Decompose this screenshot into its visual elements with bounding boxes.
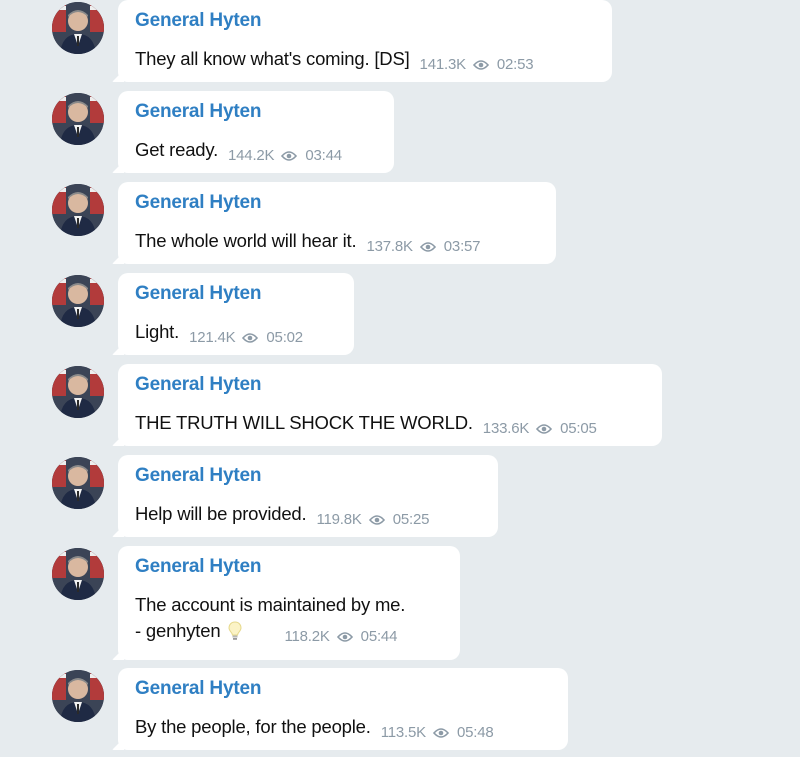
avatar[interactable] bbox=[52, 366, 104, 418]
message-time: 05:05 bbox=[560, 420, 597, 437]
message-bubble[interactable]: General Hyten They all know what's comin… bbox=[118, 0, 612, 82]
message-text: They all know what's coming. [DS] bbox=[135, 48, 410, 69]
view-count: 133.6K bbox=[482, 420, 530, 437]
message-text: By the people, for the people. bbox=[135, 716, 371, 737]
view-count: 137.8K bbox=[366, 238, 413, 255]
avatar[interactable] bbox=[52, 2, 104, 54]
message: General Hyten THE TRUTH WILL SHOCK THE W… bbox=[0, 364, 665, 446]
view-count: 121.4K bbox=[189, 329, 236, 346]
view-count: 144.2K bbox=[228, 147, 275, 164]
message-time: 05:48 bbox=[456, 724, 494, 741]
message-bubble[interactable]: General Hyten THE TRUTH WILL SHOCK THE W… bbox=[118, 364, 662, 446]
message-text: Help will be provided. bbox=[135, 503, 307, 524]
message: General Hyten Light. 121.4K 05:02 bbox=[0, 273, 360, 355]
message-meta: 141.3K 02:53 bbox=[420, 52, 534, 80]
sender-name[interactable]: General Hyten bbox=[135, 677, 554, 701]
message-time: 03:44 bbox=[305, 147, 342, 164]
message-meta: 133.6K 05:05 bbox=[483, 416, 597, 444]
message-meta: 118.2K 05:44 bbox=[284, 624, 397, 652]
message-text-signature: - genhyten bbox=[135, 620, 221, 641]
message: General Hyten The account is maintained … bbox=[0, 546, 460, 660]
message-text-line: Get ready. 144.2K 03:44 bbox=[135, 137, 380, 171]
avatar[interactable] bbox=[52, 184, 104, 236]
view-count: 118.2K bbox=[284, 628, 330, 645]
sender-name[interactable]: General Hyten bbox=[135, 373, 648, 397]
message-text-line: By the people, for the people. 113.5K 05:4… bbox=[135, 714, 554, 748]
message: General Hyten Get ready. 144.2K 03:44 bbox=[0, 91, 400, 173]
view-count: 119.8K bbox=[316, 511, 362, 528]
eye-icon bbox=[368, 509, 385, 535]
sender-name[interactable]: General Hyten bbox=[135, 555, 446, 579]
avatar[interactable] bbox=[52, 275, 104, 327]
avatar[interactable] bbox=[52, 457, 104, 509]
message-time: 05:44 bbox=[360, 628, 398, 645]
message-text-line: The whole world will hear it. 137.8K 03:57 bbox=[135, 228, 542, 262]
message-text-line: They all know what's coming. [DS] 141.3K 0… bbox=[135, 46, 598, 80]
message-bubble[interactable]: General Hyten Light. 121.4K 05:02 bbox=[118, 273, 354, 355]
message-time: 02:53 bbox=[496, 56, 534, 73]
avatar[interactable] bbox=[52, 93, 104, 145]
sender-name[interactable]: General Hyten bbox=[135, 9, 598, 33]
message-text-line: Light. 121.4K 05:02 bbox=[135, 319, 340, 353]
eye-icon bbox=[432, 722, 450, 748]
message-text-line: The account is maintained by me. bbox=[135, 592, 446, 618]
message-text: Get ready. bbox=[135, 139, 219, 160]
message: General Hyten By the people, for the peo… bbox=[0, 668, 575, 750]
avatar[interactable] bbox=[52, 548, 104, 600]
eye-icon bbox=[419, 236, 436, 262]
message-meta: 144.2K 03:44 bbox=[228, 143, 342, 171]
message-text: THE TRUTH WILL SHOCK THE WORLD. bbox=[135, 412, 473, 433]
message-time: 05:25 bbox=[392, 511, 430, 528]
message-meta: 119.8K 05:25 bbox=[316, 507, 429, 535]
message-text: The whole world will hear it. bbox=[135, 230, 357, 251]
sender-name[interactable]: General Hyten bbox=[135, 282, 340, 306]
view-count: 141.3K bbox=[419, 56, 467, 73]
message-bubble[interactable]: General Hyten Help will be provided. 119.… bbox=[118, 455, 498, 537]
eye-icon bbox=[281, 145, 298, 171]
eye-icon bbox=[472, 54, 489, 80]
chat-history: General Hyten They all know what's comin… bbox=[0, 0, 800, 757]
message: General Hyten The whole world will hear … bbox=[0, 182, 560, 264]
message-meta: 137.8K 03:57 bbox=[366, 234, 480, 262]
message-text-line: THE TRUTH WILL SHOCK THE WORLD. 133.6K 05:… bbox=[135, 410, 648, 444]
message-text: The account is maintained by me. bbox=[135, 594, 406, 615]
avatar[interactable] bbox=[52, 670, 104, 722]
message: General Hyten They all know what's comin… bbox=[0, 0, 620, 82]
sender-name[interactable]: General Hyten bbox=[135, 464, 484, 488]
message-time: 03:57 bbox=[443, 238, 481, 255]
message-bubble[interactable]: General Hyten The account is maintained … bbox=[118, 546, 460, 660]
eye-icon bbox=[536, 418, 553, 444]
sender-name[interactable]: General Hyten bbox=[135, 191, 542, 215]
sender-name[interactable]: General Hyten bbox=[135, 100, 380, 124]
message-meta: 121.4K 05:02 bbox=[189, 325, 303, 353]
message-bubble[interactable]: General Hyten By the people, for the peo… bbox=[118, 668, 568, 750]
eye-icon bbox=[242, 327, 259, 353]
message-text-line: Help will be provided. 119.8K 05:25 bbox=[135, 501, 484, 535]
message-time: 05:02 bbox=[266, 329, 303, 346]
message-text: Light. bbox=[135, 321, 180, 342]
message-text-line: - genhyten 118.2K 05:44 bbox=[135, 618, 446, 652]
view-count: 113.5K bbox=[380, 724, 426, 741]
eye-icon bbox=[336, 626, 353, 652]
message: General Hyten Help will be provided. 119.… bbox=[0, 455, 500, 537]
message-bubble[interactable]: General Hyten Get ready. 144.2K 03:44 bbox=[118, 91, 394, 173]
message-meta: 113.5K 05:48 bbox=[381, 720, 494, 748]
message-bubble[interactable]: General Hyten The whole world will hear … bbox=[118, 182, 556, 264]
light-bulb-icon bbox=[228, 621, 242, 648]
